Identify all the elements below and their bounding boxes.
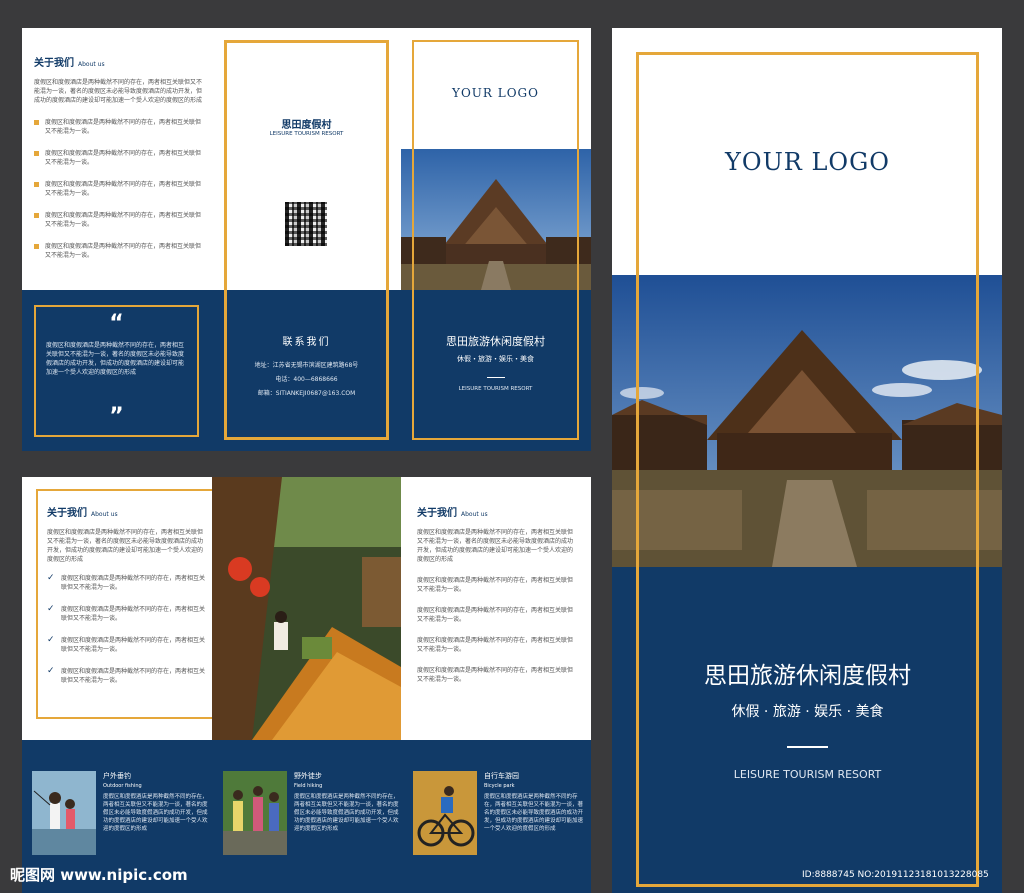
- activity-fishing: 户外垂钓 Outdoor fishing 度假区和度假酒店是两种截然不同的存在，…: [103, 772, 208, 832]
- square-bullet-icon: [34, 120, 39, 125]
- about-heading: 关于我们 About us: [34, 58, 105, 69]
- about-intro: 度假区和度假酒店是两种截然不同的存在，两者相互关联但又不能混为一谈，著名的度假区…: [417, 529, 574, 563]
- list-item: 度假区和度假酒店是两种截然不同的存在，两者相互关联但又不能混为一谈。: [34, 118, 204, 136]
- list-item: 度假区和度假酒店是两种截然不同的存在，两者相互关联但又不能混为一谈。: [417, 607, 574, 623]
- list-item: 度假区和度假酒店是两种截然不同的存在，两者相互关联但又不能混为一谈。: [34, 211, 204, 229]
- watermark-id: ID:8888745 NO:20191123181013228085: [802, 870, 989, 880]
- check-icon: ✓: [47, 635, 55, 645]
- contact-address: 地址：江苏省无锡市滨湖区建筑路68号: [254, 362, 359, 369]
- contact-email: 邮箱：SITIANKEJI0687@163.COM: [257, 390, 356, 397]
- logo-text: YOUR LOGO: [725, 148, 890, 176]
- about-intro: 度假区和度假酒店是两种截然不同的存在，两者相互关联但又不能混为一谈，著名的度假区…: [34, 79, 203, 104]
- activity-hiking: 野外徒步 Field hiking 度假区和度假酒店是两种截然不同的存在，两者相…: [294, 772, 399, 832]
- resort-name: 思田旅游休闲度假村: [446, 335, 545, 348]
- front-cover-large: YOUR LOGO 思田旅游休闲度假村 休假 · 旅游 · 娱乐 · 美食 LE…: [612, 28, 1002, 893]
- list-item: ✓ 度假区和度假酒店是两种截然不同的存在，两者相互关联但又不能混为一谈。: [47, 573, 206, 592]
- activity-cycling: 自行车游园 Bicycle park 度假区和度假酒店是两种截然不同的存在，两者…: [484, 772, 584, 832]
- check-icon: ✓: [47, 604, 55, 614]
- quote-close-mark: ”: [109, 404, 124, 429]
- quote-text: 度假区和度假酒店是两种截然不同的存在，两者相互关联但又不能混为一谈，著名的度假区…: [46, 342, 185, 376]
- hiking-photo: [223, 771, 287, 855]
- contact-phone: 电话：400—6868666: [275, 376, 338, 383]
- about-intro: 度假区和度假酒店是两种截然不同的存在，两者相互关联但又不能混为一谈，著名的度假区…: [47, 529, 204, 563]
- qr-code[interactable]: [285, 202, 327, 246]
- resort-name: 思田旅游休闲度假村: [704, 663, 911, 689]
- contact-title: 联系我们: [282, 337, 331, 348]
- cover-frame: [636, 52, 979, 887]
- brochure-inside-sheet: 关于我们 About us 度假区和度假酒店是两种截然不同的存在，两者相互关联但又…: [22, 477, 591, 893]
- tea-room-photo: [212, 477, 401, 740]
- about-heading: 关于我们 About us: [47, 508, 118, 519]
- logo-text: YOUR LOGO: [452, 86, 539, 100]
- square-bullet-icon: [34, 244, 39, 249]
- check-icon: ✓: [47, 573, 55, 583]
- front-cover-frame: [412, 40, 579, 440]
- list-item: 度假区和度假酒店是两种截然不同的存在，两者相互关联但又不能混为一谈。: [34, 180, 204, 198]
- watermark-site: 昵图网 www.nipic.com: [10, 866, 188, 884]
- list-item: ✓ 度假区和度假酒店是两种截然不同的存在，两者相互关联但又不能混为一谈。: [47, 666, 206, 685]
- tagline: LEISURE TOURISM RESORT: [733, 768, 882, 781]
- about-heading: 关于我们 About us: [417, 508, 488, 519]
- slogan: 休假 · 旅游 · 娱乐 · 美食: [731, 704, 884, 720]
- brochure-outside-sheet: 关于我们 About us 度假区和度假酒店是两种截然不同的存在，两者相互关联但又…: [22, 28, 591, 451]
- quote-open-mark: “: [109, 311, 124, 336]
- list-item: 度假区和度假酒店是两种截然不同的存在，两者相互关联但又不能混为一谈。: [417, 577, 574, 593]
- square-bullet-icon: [34, 213, 39, 218]
- resort-short-name: 思田度假村: [281, 120, 332, 131]
- about-panel: 关于我们 About us 度假区和度假酒店是两种截然不同的存在，两者相互关联但又…: [47, 504, 207, 685]
- list-item: 度假区和度假酒店是两种截然不同的存在，两者相互关联但又不能混为一谈。: [34, 242, 204, 260]
- tagline: LEISURE TOURISM RESORT: [269, 131, 344, 137]
- square-bullet-icon: [34, 182, 39, 187]
- square-bullet-icon: [34, 151, 39, 156]
- divider: [487, 377, 505, 378]
- divider: [787, 746, 828, 748]
- fishing-photo: [32, 771, 96, 855]
- list-item: 度假区和度假酒店是两种截然不同的存在，两者相互关联但又不能混为一谈。: [34, 149, 204, 167]
- list-item: 度假区和度假酒店是两种截然不同的存在，两者相互关联但又不能混为一谈。: [417, 667, 574, 683]
- cycling-photo: [413, 771, 477, 855]
- tagline: LEISURE TOURISM RESORT: [458, 386, 533, 392]
- list-item: ✓ 度假区和度假酒店是两种截然不同的存在，两者相互关联但又不能混为一谈。: [47, 635, 206, 654]
- list-item: 度假区和度假酒店是两种截然不同的存在，两者相互关联但又不能混为一谈。: [417, 637, 574, 653]
- about-panel: 关于我们 About us 度假区和度假酒店是两种截然不同的存在，两者相互关联但又…: [34, 54, 204, 260]
- about-panel: 关于我们 About us 度假区和度假酒店是两种截然不同的存在，两者相互关联但又…: [417, 504, 577, 684]
- check-icon: ✓: [47, 666, 55, 676]
- slogan: 休假・旅游・娱乐・美食: [457, 355, 534, 363]
- list-item: ✓ 度假区和度假酒店是两种截然不同的存在，两者相互关联但又不能混为一谈。: [47, 604, 206, 623]
